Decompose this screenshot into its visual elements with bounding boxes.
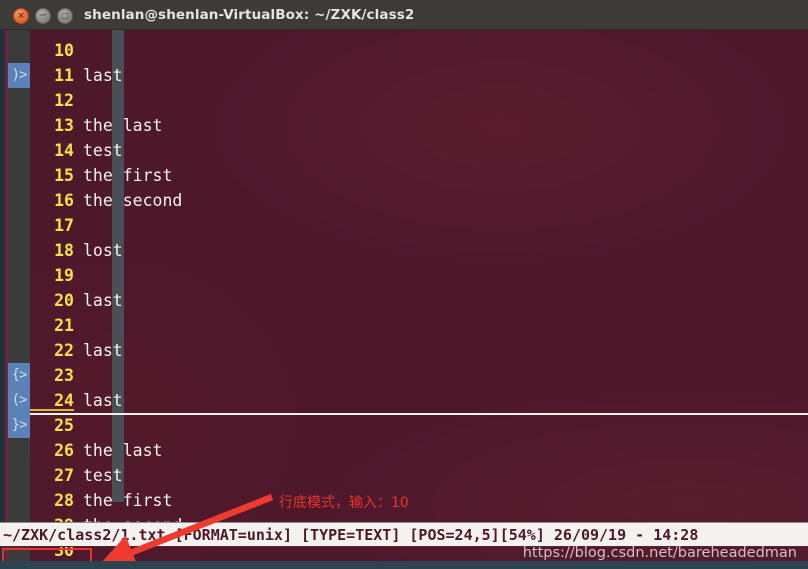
vim-line-number: 13 bbox=[54, 116, 74, 135]
vim-line[interactable]: 11 last bbox=[30, 63, 808, 88]
close-glyph: × bbox=[17, 11, 25, 21]
vim-line-text: the second bbox=[83, 191, 183, 210]
vim-line[interactable]: 19 bbox=[30, 263, 808, 288]
close-icon[interactable]: × bbox=[13, 8, 29, 24]
vim-line[interactable]: 13 the last bbox=[30, 113, 808, 138]
vim-text-buffer[interactable]: 10 11 last 12 13 the last 14 test 15 the first 16 t… bbox=[30, 30, 808, 560]
vim-line[interactable]: 16 the second bbox=[30, 188, 808, 213]
vim-line-text: the last bbox=[83, 441, 163, 460]
vim-line[interactable]: 17 bbox=[30, 213, 808, 238]
vim-line-number: 12 bbox=[54, 91, 74, 110]
vim-line[interactable]: 28 the first bbox=[30, 488, 808, 513]
annotation-note: 行底模式，输入：10 bbox=[279, 495, 409, 511]
vim-line-number: 24 bbox=[30, 388, 74, 411]
vim-line[interactable]: 14 test bbox=[30, 138, 808, 163]
vim-line-text: last bbox=[83, 66, 123, 85]
vim-line-number: 14 bbox=[54, 141, 74, 160]
vim-line[interactable]: 27 test bbox=[30, 463, 808, 488]
vim-line-text bbox=[74, 91, 83, 110]
vim-line-number: 23 bbox=[54, 366, 74, 385]
watermark-text: https://blog.csdn.net/bareheadedman bbox=[522, 545, 797, 561]
vim-line-text bbox=[74, 416, 83, 435]
vim-line-number: 17 bbox=[54, 216, 74, 235]
vim-line[interactable]: 24 last bbox=[30, 388, 808, 415]
window-title: shenlan@shenlan-VirtualBox: ~/ZXK/class2 bbox=[84, 7, 415, 23]
vim-line-number: 27 bbox=[54, 466, 74, 485]
vim-line-text bbox=[74, 266, 83, 285]
vim-fold-marker-icon[interactable]: )> bbox=[8, 63, 30, 88]
vim-line-text bbox=[74, 41, 83, 60]
vim-line-text: test bbox=[83, 141, 123, 160]
vim-line[interactable]: 23 bbox=[30, 363, 808, 388]
vim-line-number: 20 bbox=[54, 291, 74, 310]
vim-line-number: 21 bbox=[54, 316, 74, 335]
vim-line-text: the first bbox=[83, 491, 173, 510]
vim-line-text: the first bbox=[83, 166, 173, 185]
vim-line[interactable]: 20 last bbox=[30, 288, 808, 313]
vim-line[interactable]: 22 last bbox=[30, 338, 808, 363]
vim-line-number: 25 bbox=[54, 416, 74, 435]
vim-line-text: last bbox=[83, 391, 123, 410]
minimize-glyph: − bbox=[38, 10, 48, 21]
vim-line[interactable]: 12 bbox=[30, 88, 808, 113]
vim-line[interactable]: 21 bbox=[30, 313, 808, 338]
vim-line-number: 16 bbox=[54, 191, 74, 210]
terminal-content[interactable]: )> {> (>}> 10 11 last 12 13 the last 14 test 15 the… bbox=[0, 30, 808, 569]
vim-line-number: 19 bbox=[54, 266, 74, 285]
vim-line-text: the last bbox=[83, 116, 163, 135]
vim-line[interactable]: 25 bbox=[30, 413, 808, 438]
minimize-icon[interactable]: − bbox=[35, 8, 51, 24]
vim-line-text: lost bbox=[83, 241, 123, 260]
vim-line[interactable]: 15 the first bbox=[30, 163, 808, 188]
vim-line-number: 26 bbox=[54, 441, 74, 460]
vim-line-text bbox=[74, 216, 83, 235]
vim-sign-gutter: )> {> (>}> bbox=[8, 30, 30, 569]
vim-line-text: test bbox=[83, 466, 123, 485]
vim-line[interactable]: 10 bbox=[30, 38, 808, 63]
vim-line-number: 18 bbox=[54, 241, 74, 260]
vim-fold-marker-icon[interactable]: {> bbox=[8, 363, 30, 388]
desktop-strip bbox=[0, 561, 808, 569]
maximize-icon[interactable]: □ bbox=[57, 8, 73, 24]
vim-line[interactable]: 18 lost bbox=[30, 238, 808, 263]
vim-line-number: 28 bbox=[54, 491, 74, 510]
vim-line-number: 10 bbox=[54, 41, 74, 60]
vim-line[interactable]: 26 the last bbox=[30, 438, 808, 463]
vim-fold-marker-icon[interactable]: (> bbox=[8, 388, 30, 413]
vim-statusline: ~/ZXK/class2/1.txt [FORMAT=unix] [TYPE=T… bbox=[0, 522, 808, 547]
vim-line-text: last bbox=[83, 291, 123, 310]
vim-line-number: 11 bbox=[54, 66, 74, 85]
terminal-window: × − □ shenlan@shenlan-VirtualBox: ~/ZXK/… bbox=[0, 0, 808, 569]
vim-line-text bbox=[74, 316, 83, 335]
vim-line-number: 22 bbox=[54, 341, 74, 360]
vim-line-text bbox=[74, 366, 83, 385]
window-titlebar: × − □ shenlan@shenlan-VirtualBox: ~/ZXK/… bbox=[0, 0, 808, 30]
vim-fold-marker-icon[interactable]: }> bbox=[8, 413, 30, 438]
vim-line-number: 15 bbox=[54, 166, 74, 185]
vim-line-text: last bbox=[83, 341, 123, 360]
maximize-glyph: □ bbox=[61, 11, 69, 20]
